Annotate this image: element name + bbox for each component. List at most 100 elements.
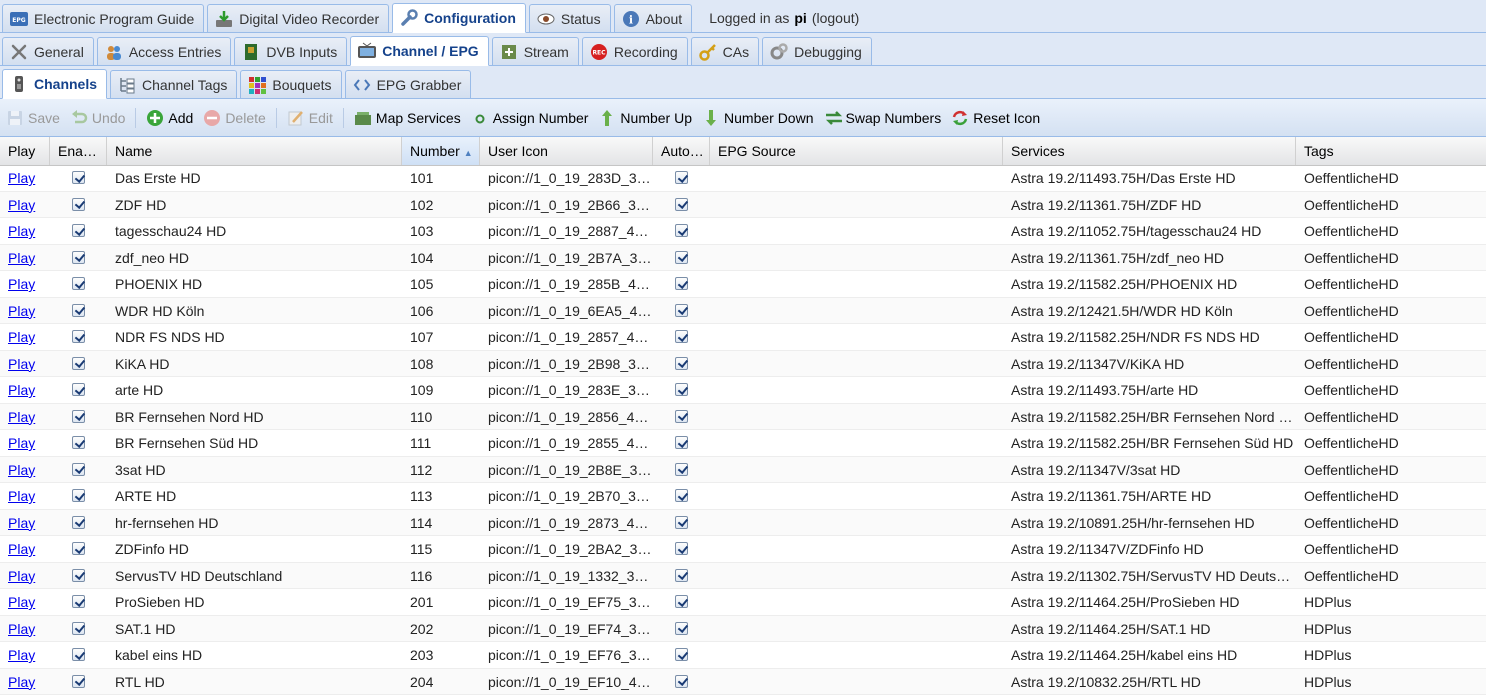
add-button[interactable]: Add (146, 109, 193, 127)
swap-numbers-button[interactable]: Swap Numbers (824, 109, 942, 127)
play-link[interactable]: Play (8, 329, 35, 345)
tab-recording[interactable]: REC Recording (582, 37, 688, 65)
table-row[interactable]: PlayRTL HD204picon://1_0_19_EF10_4…Astra… (0, 669, 1486, 695)
auto-checkbox[interactable] (675, 675, 688, 688)
enabled-checkbox[interactable] (72, 330, 85, 343)
assign-number-button[interactable]: Assign Number (471, 109, 589, 127)
tab-debugging[interactable]: Debugging (762, 37, 872, 65)
auto-checkbox[interactable] (675, 357, 688, 370)
play-link[interactable]: Play (8, 647, 35, 663)
auto-checkbox[interactable] (675, 251, 688, 264)
play-link[interactable]: Play (8, 382, 35, 398)
enabled-checkbox[interactable] (72, 357, 85, 370)
tab-channel-tags[interactable]: Channel Tags (110, 70, 237, 98)
table-row[interactable]: Play3sat HD112picon://1_0_19_2B8E_3…Astr… (0, 457, 1486, 484)
enabled-checkbox[interactable] (72, 198, 85, 211)
map-services-button[interactable]: Map Services (354, 109, 461, 127)
enabled-checkbox[interactable] (72, 410, 85, 423)
table-row[interactable]: PlayZDFinfo HD115picon://1_0_19_2BA2_3…A… (0, 536, 1486, 563)
table-row[interactable]: PlayServusTV HD Deutschland116picon://1_… (0, 563, 1486, 590)
tab-stream[interactable]: Stream (492, 37, 579, 65)
tab-configuration[interactable]: Configuration (392, 3, 526, 33)
auto-checkbox[interactable] (675, 516, 688, 529)
play-link[interactable]: Play (8, 356, 35, 372)
enabled-checkbox[interactable] (72, 675, 85, 688)
enabled-checkbox[interactable] (72, 648, 85, 661)
logout-link[interactable]: (logout) (812, 10, 859, 26)
play-link[interactable]: Play (8, 250, 35, 266)
column-header-name[interactable]: Name (107, 137, 402, 165)
auto-checkbox[interactable] (675, 489, 688, 502)
enabled-checkbox[interactable] (72, 516, 85, 529)
table-row[interactable]: Playtagesschau24 HD103picon://1_0_19_288… (0, 218, 1486, 245)
play-link[interactable]: Play (8, 621, 35, 637)
column-header-enabled[interactable]: Ena… (50, 137, 107, 165)
number-up-button[interactable]: Number Up (598, 109, 692, 127)
table-row[interactable]: PlayARTE HD113picon://1_0_19_2B70_3…Astr… (0, 483, 1486, 510)
tab-dvb-inputs[interactable]: DVB Inputs (234, 37, 347, 65)
play-link[interactable]: Play (8, 541, 35, 557)
table-row[interactable]: PlaySAT.1 HD202picon://1_0_19_EF74_3…Ast… (0, 616, 1486, 643)
auto-checkbox[interactable] (675, 330, 688, 343)
tab-bouquets[interactable]: Bouquets (240, 70, 341, 98)
column-header-epg-source[interactable]: EPG Source (710, 137, 1003, 165)
enabled-checkbox[interactable] (72, 436, 85, 449)
enabled-checkbox[interactable] (72, 595, 85, 608)
play-link[interactable]: Play (8, 594, 35, 610)
enabled-checkbox[interactable] (72, 277, 85, 290)
auto-checkbox[interactable] (675, 622, 688, 635)
auto-checkbox[interactable] (675, 171, 688, 184)
edit-button[interactable]: Edit (287, 109, 333, 127)
tab-epg[interactable]: EPG Electronic Program Guide (2, 4, 204, 32)
auto-checkbox[interactable] (675, 542, 688, 555)
play-link[interactable]: Play (8, 488, 35, 504)
play-link[interactable]: Play (8, 515, 35, 531)
table-row[interactable]: PlayKiKA HD108picon://1_0_19_2B98_3…Astr… (0, 351, 1486, 378)
table-row[interactable]: PlayBR Fernsehen Süd HD111picon://1_0_19… (0, 430, 1486, 457)
auto-checkbox[interactable] (675, 198, 688, 211)
table-row[interactable]: Playzdf_neo HD104picon://1_0_19_2B7A_3…A… (0, 245, 1486, 272)
table-row[interactable]: Playarte HD109picon://1_0_19_283E_3…Astr… (0, 377, 1486, 404)
play-link[interactable]: Play (8, 674, 35, 690)
table-row[interactable]: PlayWDR HD Köln106picon://1_0_19_6EA5_4…… (0, 298, 1486, 325)
undo-button[interactable]: Undo (70, 109, 125, 127)
play-link[interactable]: Play (8, 197, 35, 213)
enabled-checkbox[interactable] (72, 542, 85, 555)
table-row[interactable]: Playkabel eins HD203picon://1_0_19_EF76_… (0, 642, 1486, 669)
table-row[interactable]: PlayProSieben HD201picon://1_0_19_EF75_3… (0, 589, 1486, 616)
column-header-tags[interactable]: Tags (1296, 137, 1486, 165)
table-row[interactable]: PlayPHOENIX HD105picon://1_0_19_285B_4…A… (0, 271, 1486, 298)
enabled-checkbox[interactable] (72, 463, 85, 476)
enabled-checkbox[interactable] (72, 489, 85, 502)
play-link[interactable]: Play (8, 409, 35, 425)
enabled-checkbox[interactable] (72, 383, 85, 396)
auto-checkbox[interactable] (675, 277, 688, 290)
tab-about[interactable]: i About (614, 4, 693, 32)
table-row[interactable]: Playhr-fernsehen HD114picon://1_0_19_287… (0, 510, 1486, 537)
table-row[interactable]: PlayDas Erste HD101picon://1_0_19_283D_3… (0, 165, 1486, 192)
play-link[interactable]: Play (8, 223, 35, 239)
play-link[interactable]: Play (8, 568, 35, 584)
tab-epg-grabber[interactable]: EPG Grabber (345, 70, 472, 98)
tab-access-entries[interactable]: Access Entries (97, 37, 232, 65)
tab-cas[interactable]: CAs (691, 37, 759, 65)
auto-checkbox[interactable] (675, 304, 688, 317)
column-header-auto[interactable]: Auto… (653, 137, 710, 165)
number-down-button[interactable]: Number Down (702, 109, 813, 127)
play-link[interactable]: Play (8, 462, 35, 478)
play-link[interactable]: Play (8, 435, 35, 451)
table-row[interactable]: PlayZDF HD102picon://1_0_19_2B66_3…Astra… (0, 192, 1486, 219)
auto-checkbox[interactable] (675, 595, 688, 608)
column-header-user-icon[interactable]: User Icon (480, 137, 653, 165)
table-row[interactable]: PlayBR Fernsehen Nord HD110picon://1_0_1… (0, 404, 1486, 431)
save-button[interactable]: Save (6, 109, 60, 127)
tab-channel-epg[interactable]: Channel / EPG (350, 36, 488, 66)
enabled-checkbox[interactable] (72, 224, 85, 237)
enabled-checkbox[interactable] (72, 622, 85, 635)
reset-icon-button[interactable]: Reset Icon (951, 109, 1040, 127)
enabled-checkbox[interactable] (72, 569, 85, 582)
table-row[interactable]: PlayNDR FS NDS HD107picon://1_0_19_2857_… (0, 324, 1486, 351)
play-link[interactable]: Play (8, 276, 35, 292)
auto-checkbox[interactable] (675, 648, 688, 661)
tab-general[interactable]: General (2, 37, 94, 65)
